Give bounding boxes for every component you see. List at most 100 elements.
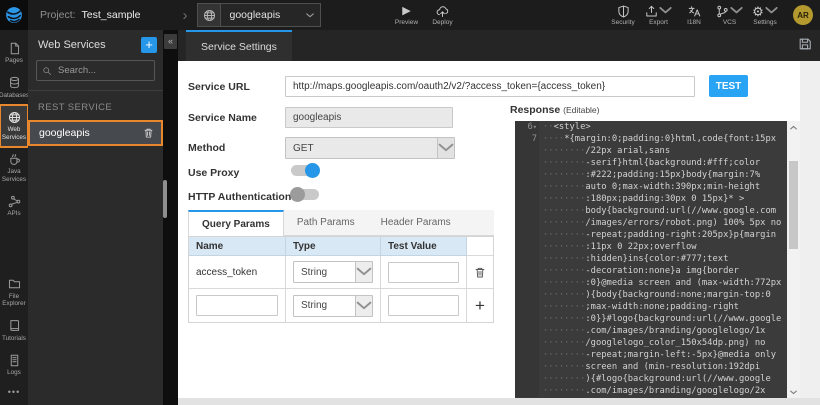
tab-path-params[interactable]: Path Params bbox=[284, 210, 368, 235]
chevron-down-icon bbox=[765, 4, 778, 17]
param-type-select[interactable]: String bbox=[293, 261, 373, 283]
sidebar-item-logs[interactable]: Logs bbox=[0, 348, 28, 383]
param-type-select[interactable]: String bbox=[293, 295, 373, 317]
service-list-item-googleapis[interactable]: googleapis bbox=[29, 121, 162, 145]
use-proxy-toggle[interactable] bbox=[291, 165, 319, 176]
breadcrumb: Project: Test_sample bbox=[40, 9, 140, 21]
play-icon: ▶ bbox=[402, 6, 410, 17]
table-header-row: Name Type Test Value bbox=[189, 237, 493, 256]
tab-service-settings[interactable]: Service Settings bbox=[186, 30, 292, 61]
sidebar: Pages Databases Web Services Java ServicesA… bbox=[0, 30, 28, 405]
web-icon bbox=[8, 110, 21, 124]
avatar[interactable]: AR bbox=[793, 5, 813, 25]
code-line: ········/googlelogo_color_150x54dp.png) … bbox=[515, 337, 787, 349]
sidebar-item-label: Databases bbox=[0, 92, 29, 100]
service-settings-content: Service URL TEST Service Name Method GET… bbox=[178, 61, 820, 405]
collapse-panel-button[interactable]: « bbox=[164, 34, 177, 49]
service-url-input[interactable] bbox=[285, 76, 695, 97]
right-gutter bbox=[800, 61, 820, 405]
param-type-value: String bbox=[294, 300, 355, 311]
translate-icon bbox=[688, 4, 701, 18]
resize-handle[interactable] bbox=[163, 180, 167, 218]
java-icon bbox=[8, 152, 21, 166]
response-code-editor[interactable]: 6▾··<style>7····*{margin:0;padding:0}htm… bbox=[515, 121, 787, 398]
logs-icon bbox=[8, 353, 21, 367]
i18n-button[interactable]: I18N bbox=[681, 4, 707, 26]
method-label: Method bbox=[188, 142, 225, 154]
code-line: ········-serif}html{background:#fff;colo… bbox=[515, 157, 787, 169]
add-service-button[interactable]: + bbox=[141, 37, 157, 53]
sidebar-item-web-services[interactable]: Web Services bbox=[0, 105, 28, 147]
service-name-input bbox=[285, 107, 453, 128]
code-line: ········:180px;padding:30px 0 15px}* > bbox=[515, 193, 787, 205]
code-line: 7····*{margin:0;padding:0}html,code{font… bbox=[515, 133, 787, 145]
test-value-input[interactable] bbox=[388, 262, 459, 283]
service-name-label: Service Name bbox=[188, 112, 257, 124]
code-line: ········:hidden}ins{color:#777;text bbox=[515, 253, 787, 265]
tab-header-params[interactable]: Header Params bbox=[368, 210, 464, 235]
sidebar-more-button[interactable]: ••• bbox=[0, 383, 28, 405]
wavemaker-logo-icon bbox=[5, 6, 23, 24]
code-line: ········auto 0;max-width:390px;min-heigh… bbox=[515, 181, 787, 193]
http-auth-toggle[interactable] bbox=[291, 189, 319, 200]
code-line: ········body{background:url(//www.google… bbox=[515, 205, 787, 217]
trash-icon[interactable] bbox=[474, 266, 486, 279]
security-button[interactable]: Security bbox=[610, 4, 636, 26]
gear-icon: ⚙ bbox=[752, 5, 764, 18]
web-services-panel: Web Services + REST SERVICE googleapis bbox=[28, 30, 163, 405]
scrollbar-thumb[interactable] bbox=[789, 161, 798, 249]
code-line: ········-repeat;margin-left:-5px}@media … bbox=[515, 349, 787, 361]
toggle-knob bbox=[290, 187, 305, 202]
chevron-down-icon bbox=[659, 4, 672, 17]
test-value-input[interactable] bbox=[388, 295, 459, 316]
export-button[interactable]: Export bbox=[645, 4, 672, 26]
code-line: ········:0}}#logo{background:url(//www.g… bbox=[515, 313, 787, 325]
trash-icon[interactable] bbox=[143, 127, 154, 139]
main-tab-bar: Service Settings bbox=[178, 30, 820, 61]
sidebar-item-pages[interactable]: Pages bbox=[0, 36, 28, 71]
sidebar-item-tutorials[interactable]: Tutorials bbox=[0, 314, 28, 349]
table-row: String + bbox=[189, 289, 493, 322]
editor-scrollbar[interactable] bbox=[787, 121, 800, 398]
code-line: ········screen and (min-resolution:192dp… bbox=[515, 361, 787, 373]
scroll-up-icon[interactable] bbox=[787, 121, 800, 133]
sidebar-item-databases[interactable]: Databases bbox=[0, 71, 28, 106]
deploy-button[interactable]: Deploy bbox=[429, 4, 455, 26]
sidebar-item-label: Logs bbox=[7, 369, 21, 377]
code-line: ········:#222;padding:15px}body{margin:7… bbox=[515, 169, 787, 181]
sidebar-item-apis[interactable]: APIs bbox=[0, 189, 28, 224]
code-line: ········.com/images/branding/googlelogo/… bbox=[515, 325, 787, 337]
fold-arrow-icon[interactable]: ▾ bbox=[533, 123, 537, 131]
sidebar-item-label: Web Services bbox=[0, 126, 28, 141]
sidebar-item-file-explorer[interactable]: File Explorer bbox=[0, 272, 28, 314]
service-dropdown-value: googleapis bbox=[221, 9, 306, 21]
app-logo[interactable] bbox=[0, 0, 28, 30]
security-label: Security bbox=[611, 19, 634, 26]
bottom-strip bbox=[178, 398, 820, 405]
sidebar-item-label: Pages bbox=[5, 57, 23, 65]
sidebar-item-java-services[interactable]: Java Services bbox=[0, 147, 28, 189]
add-row-button[interactable]: + bbox=[475, 297, 485, 314]
settings-button[interactable]: ⚙ Settings bbox=[752, 4, 778, 26]
i18n-label: I18N bbox=[687, 19, 701, 26]
preview-button[interactable]: ▶ Preview bbox=[393, 4, 419, 26]
scroll-down-icon[interactable] bbox=[787, 386, 800, 398]
search-input[interactable] bbox=[56, 64, 149, 77]
service-dropdown[interactable]: googleapis bbox=[197, 3, 321, 27]
app-window: Project: Test_sample › googleapis ▶ Prev… bbox=[0, 0, 820, 405]
vcs-label: VCS bbox=[723, 19, 736, 26]
method-select-value: GET bbox=[286, 143, 437, 154]
globe-icon bbox=[198, 4, 221, 26]
param-name-input[interactable] bbox=[196, 295, 278, 316]
method-select: GET bbox=[285, 137, 455, 159]
vcs-button[interactable]: VCS bbox=[716, 4, 743, 26]
tutorials-icon bbox=[8, 319, 21, 333]
tab-query-params[interactable]: Query Params bbox=[188, 210, 284, 236]
service-url-label: Service URL bbox=[188, 81, 250, 93]
search-box bbox=[36, 60, 155, 81]
test-button[interactable]: TEST bbox=[709, 75, 748, 97]
project-name: Test_sample bbox=[82, 9, 141, 21]
column-header-actions bbox=[467, 237, 493, 256]
code-line: ········;max-width:none;padding-right bbox=[515, 301, 787, 313]
save-icon[interactable] bbox=[798, 37, 812, 51]
